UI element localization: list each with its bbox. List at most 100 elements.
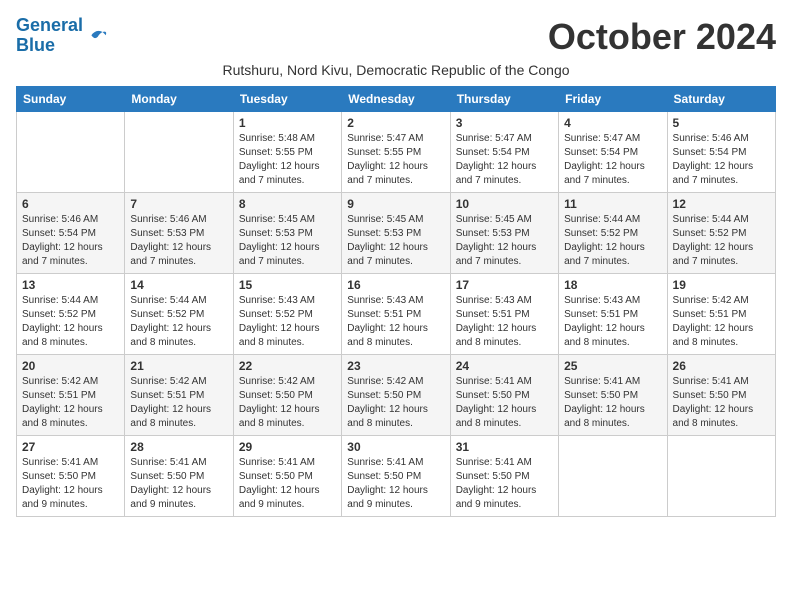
week-row-4: 20 Sunrise: 5:42 AM Sunset: 5:51 PM Dayli… <box>17 355 776 436</box>
day-info: Sunrise: 5:44 AM Sunset: 5:52 PM Dayligh… <box>22 294 119 350</box>
day-number: 30 <box>347 440 444 454</box>
day-cell: 16 Sunrise: 5:43 AM Sunset: 5:51 PM Dayli… <box>342 274 450 355</box>
day-cell: 9Sunrise: 5:45 AM Sunset: 5:53 PM Daylig… <box>342 193 450 274</box>
logo-text: GeneralBlue <box>16 16 83 56</box>
day-info: Sunrise: 5:41 AM Sunset: 5:50 PM Dayligh… <box>239 456 336 512</box>
day-cell: 28 Sunrise: 5:41 AM Sunset: 5:50 PM Dayli… <box>125 436 233 517</box>
day-number: 23 <box>347 359 444 373</box>
day-info: Sunrise: 5:47 AM Sunset: 5:54 PM Dayligh… <box>456 132 553 188</box>
day-number: 8 <box>239 197 336 211</box>
day-header-sunday: Sunday <box>17 87 125 112</box>
day-cell: 21 Sunrise: 5:42 AM Sunset: 5:51 PM Dayli… <box>125 355 233 436</box>
day-cell: 30 Sunrise: 5:41 AM Sunset: 5:50 PM Dayli… <box>342 436 450 517</box>
week-row-5: 27Sunrise: 5:41 AM Sunset: 5:50 PM Dayli… <box>17 436 776 517</box>
day-info: Sunrise: 5:41 AM Sunset: 5:50 PM Dayligh… <box>456 456 553 512</box>
day-number: 25 <box>564 359 661 373</box>
day-cell: 8Sunrise: 5:45 AM Sunset: 5:53 PM Daylig… <box>233 193 341 274</box>
day-info: Sunrise: 5:47 AM Sunset: 5:54 PM Dayligh… <box>564 132 661 188</box>
day-cell: 7 Sunrise: 5:46 AM Sunset: 5:53 PM Daylig… <box>125 193 233 274</box>
day-number: 26 <box>673 359 770 373</box>
day-cell: 20 Sunrise: 5:42 AM Sunset: 5:51 PM Dayli… <box>17 355 125 436</box>
day-info: Sunrise: 5:43 AM Sunset: 5:51 PM Dayligh… <box>347 294 444 350</box>
day-cell: 13 Sunrise: 5:44 AM Sunset: 5:52 PM Dayli… <box>17 274 125 355</box>
day-number: 6 <box>22 197 119 211</box>
day-info: Sunrise: 5:43 AM Sunset: 5:52 PM Dayligh… <box>239 294 336 350</box>
day-info: Sunrise: 5:44 AM Sunset: 5:52 PM Dayligh… <box>130 294 227 350</box>
page-header: GeneralBlue October 2024 <box>16 16 776 58</box>
day-number: 14 <box>130 278 227 292</box>
day-header-thursday: Thursday <box>450 87 558 112</box>
day-number: 22 <box>239 359 336 373</box>
day-cell: 15 Sunrise: 5:43 AM Sunset: 5:52 PM Dayli… <box>233 274 341 355</box>
day-cell <box>667 436 775 517</box>
day-cell: 6Sunrise: 5:46 AM Sunset: 5:54 PM Daylig… <box>17 193 125 274</box>
day-info: Sunrise: 5:41 AM Sunset: 5:50 PM Dayligh… <box>673 375 770 431</box>
day-cell: 27Sunrise: 5:41 AM Sunset: 5:50 PM Dayli… <box>17 436 125 517</box>
day-cell: 24Sunrise: 5:41 AM Sunset: 5:50 PM Dayli… <box>450 355 558 436</box>
day-info: Sunrise: 5:42 AM Sunset: 5:50 PM Dayligh… <box>239 375 336 431</box>
day-header-wednesday: Wednesday <box>342 87 450 112</box>
subtitle: Rutshuru, Nord Kivu, Democratic Republic… <box>16 62 776 78</box>
day-number: 10 <box>456 197 553 211</box>
day-cell: 17 Sunrise: 5:43 AM Sunset: 5:51 PM Dayli… <box>450 274 558 355</box>
day-cell: 3Sunrise: 5:47 AM Sunset: 5:54 PM Daylig… <box>450 112 558 193</box>
day-info: Sunrise: 5:45 AM Sunset: 5:53 PM Dayligh… <box>347 213 444 269</box>
calendar-body: 1 Sunrise: 5:48 AM Sunset: 5:55 PM Daylig… <box>17 112 776 517</box>
day-number: 29 <box>239 440 336 454</box>
day-info: Sunrise: 5:43 AM Sunset: 5:51 PM Dayligh… <box>456 294 553 350</box>
day-number: 28 <box>130 440 227 454</box>
day-number: 7 <box>130 197 227 211</box>
day-cell: 29 Sunrise: 5:41 AM Sunset: 5:50 PM Dayli… <box>233 436 341 517</box>
day-number: 16 <box>347 278 444 292</box>
day-number: 4 <box>564 116 661 130</box>
week-row-3: 13 Sunrise: 5:44 AM Sunset: 5:52 PM Dayli… <box>17 274 776 355</box>
day-info: Sunrise: 5:44 AM Sunset: 5:52 PM Dayligh… <box>673 213 770 269</box>
day-number: 24 <box>456 359 553 373</box>
day-info: Sunrise: 5:42 AM Sunset: 5:51 PM Dayligh… <box>130 375 227 431</box>
day-cell: 25 Sunrise: 5:41 AM Sunset: 5:50 PM Dayli… <box>559 355 667 436</box>
day-cell: 10 Sunrise: 5:45 AM Sunset: 5:53 PM Dayli… <box>450 193 558 274</box>
day-info: Sunrise: 5:48 AM Sunset: 5:55 PM Dayligh… <box>239 132 336 188</box>
day-info: Sunrise: 5:41 AM Sunset: 5:50 PM Dayligh… <box>564 375 661 431</box>
day-number: 2 <box>347 116 444 130</box>
logo: GeneralBlue <box>16 16 109 56</box>
day-number: 31 <box>456 440 553 454</box>
day-number: 21 <box>130 359 227 373</box>
day-info: Sunrise: 5:46 AM Sunset: 5:53 PM Dayligh… <box>130 213 227 269</box>
day-cell: 12 Sunrise: 5:44 AM Sunset: 5:52 PM Dayli… <box>667 193 775 274</box>
day-cell <box>17 112 125 193</box>
day-info: Sunrise: 5:47 AM Sunset: 5:55 PM Dayligh… <box>347 132 444 188</box>
day-info: Sunrise: 5:46 AM Sunset: 5:54 PM Dayligh… <box>673 132 770 188</box>
day-number: 19 <box>673 278 770 292</box>
day-header-friday: Friday <box>559 87 667 112</box>
day-number: 11 <box>564 197 661 211</box>
day-header-tuesday: Tuesday <box>233 87 341 112</box>
day-number: 17 <box>456 278 553 292</box>
day-number: 12 <box>673 197 770 211</box>
day-number: 13 <box>22 278 119 292</box>
day-cell: 4 Sunrise: 5:47 AM Sunset: 5:54 PM Daylig… <box>559 112 667 193</box>
day-number: 15 <box>239 278 336 292</box>
logo-bird-icon <box>85 24 109 48</box>
day-number: 1 <box>239 116 336 130</box>
day-cell: 5Sunrise: 5:46 AM Sunset: 5:54 PM Daylig… <box>667 112 775 193</box>
day-info: Sunrise: 5:41 AM Sunset: 5:50 PM Dayligh… <box>22 456 119 512</box>
day-info: Sunrise: 5:45 AM Sunset: 5:53 PM Dayligh… <box>456 213 553 269</box>
day-info: Sunrise: 5:41 AM Sunset: 5:50 PM Dayligh… <box>130 456 227 512</box>
day-info: Sunrise: 5:41 AM Sunset: 5:50 PM Dayligh… <box>347 456 444 512</box>
day-cell: 23 Sunrise: 5:42 AM Sunset: 5:50 PM Dayli… <box>342 355 450 436</box>
day-cell: 11Sunrise: 5:44 AM Sunset: 5:52 PM Dayli… <box>559 193 667 274</box>
day-cell: 22 Sunrise: 5:42 AM Sunset: 5:50 PM Dayli… <box>233 355 341 436</box>
month-title: October 2024 <box>548 16 776 58</box>
day-info: Sunrise: 5:42 AM Sunset: 5:51 PM Dayligh… <box>22 375 119 431</box>
day-cell: 19 Sunrise: 5:42 AM Sunset: 5:51 PM Dayli… <box>667 274 775 355</box>
day-number: 18 <box>564 278 661 292</box>
week-row-1: 1 Sunrise: 5:48 AM Sunset: 5:55 PM Daylig… <box>17 112 776 193</box>
day-info: Sunrise: 5:42 AM Sunset: 5:50 PM Dayligh… <box>347 375 444 431</box>
day-cell: 1 Sunrise: 5:48 AM Sunset: 5:55 PM Daylig… <box>233 112 341 193</box>
day-info: Sunrise: 5:42 AM Sunset: 5:51 PM Dayligh… <box>673 294 770 350</box>
week-row-2: 6Sunrise: 5:46 AM Sunset: 5:54 PM Daylig… <box>17 193 776 274</box>
header-row: SundayMondayTuesdayWednesdayThursdayFrid… <box>17 87 776 112</box>
day-number: 20 <box>22 359 119 373</box>
day-cell: 2 Sunrise: 5:47 AM Sunset: 5:55 PM Daylig… <box>342 112 450 193</box>
